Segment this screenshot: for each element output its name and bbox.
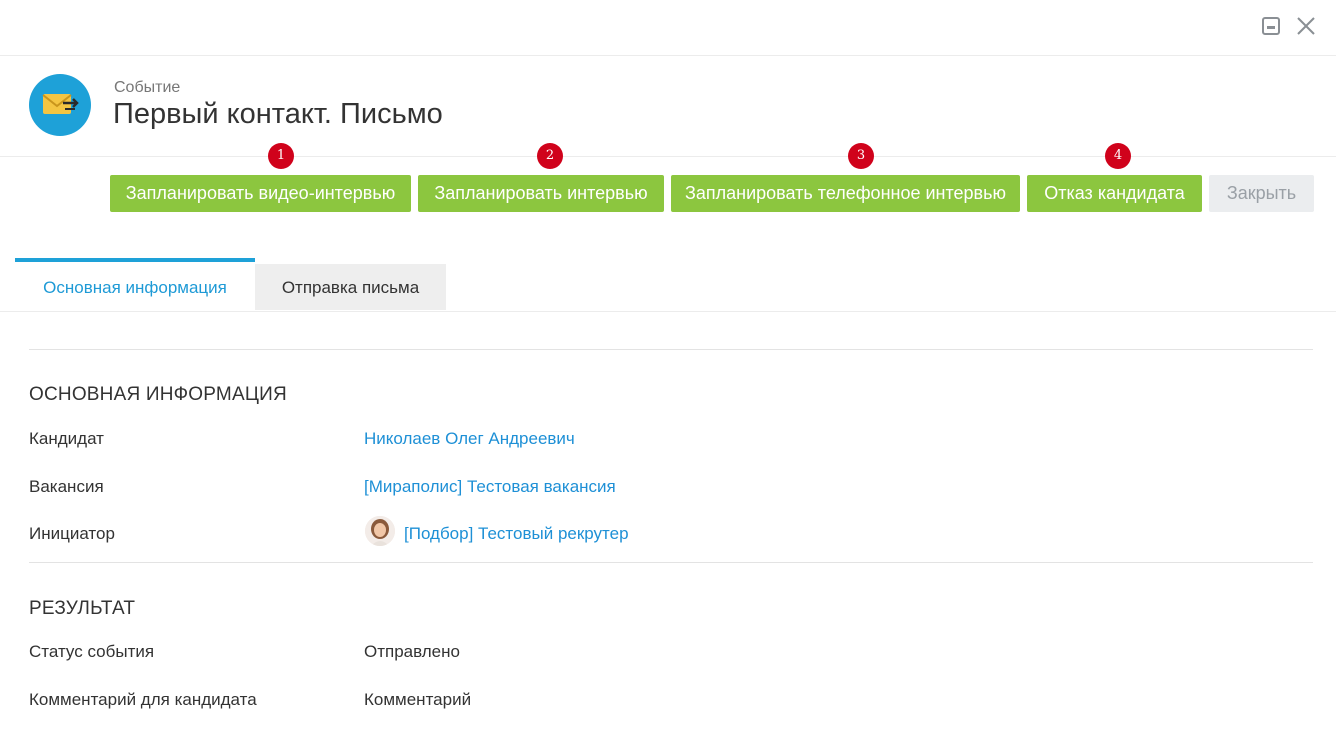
candidate-label: Кандидат: [29, 429, 104, 448]
vacancy-label: Вакансия: [29, 477, 104, 496]
step-badge: 1: [268, 143, 294, 169]
event-status-value: Отправлено: [364, 642, 460, 661]
candidate-rejection-button[interactable]: Отказ кандидата: [1027, 175, 1202, 212]
candidate-comment-value: Комментарий: [364, 690, 472, 709]
avatar: [365, 516, 395, 546]
main-info-section-title: ОСНОВНАЯ ИНФОРМАЦИЯ: [29, 384, 287, 405]
schedule-video-interview-button[interactable]: Запланировать видео-интервью: [110, 175, 411, 212]
email-event-icon: [29, 74, 91, 136]
close-button[interactable]: Закрыть: [1209, 175, 1314, 212]
tab-bar: Основная информация Отправка письма: [0, 258, 1336, 312]
vacancy-link[interactable]: [Мираполис] Тестовая вакансия: [364, 477, 616, 497]
step-badge: 3: [848, 143, 874, 169]
schedule-phone-interview-button[interactable]: Запланировать телефонное интервью: [671, 175, 1020, 212]
event-kind-label: Событие: [114, 79, 181, 96]
step-badge: 2: [537, 143, 563, 169]
step-badge: 4: [1105, 143, 1131, 169]
candidate-comment-label: Комментарий для кандидата: [29, 690, 257, 709]
page-title: Первый контакт. Письмо: [113, 98, 443, 130]
initiator-link[interactable]: [Подбор] Тестовый рекрутер: [404, 524, 629, 544]
tab-main-info[interactable]: Основная информация: [15, 258, 255, 311]
minimize-icon[interactable]: [1260, 15, 1282, 37]
close-icon[interactable]: [1295, 15, 1317, 37]
schedule-interview-button[interactable]: Запланировать интервью: [418, 175, 664, 212]
section-divider: [29, 349, 1313, 350]
action-toolbar: Запланировать видео-интервью Запланирова…: [0, 175, 1336, 213]
section-divider: [29, 562, 1313, 563]
candidate-link[interactable]: Николаев Олег Андреевич: [364, 429, 575, 449]
initiator-label: Инициатор: [29, 524, 115, 543]
window-topbar: [0, 0, 1336, 56]
event-status-label: Статус события: [29, 642, 155, 661]
tab-send-letter[interactable]: Отправка письма: [255, 264, 446, 310]
event-header: Событие Первый контакт. Письмо: [0, 56, 1336, 157]
result-section-title: РЕЗУЛЬТАТ: [29, 598, 136, 619]
